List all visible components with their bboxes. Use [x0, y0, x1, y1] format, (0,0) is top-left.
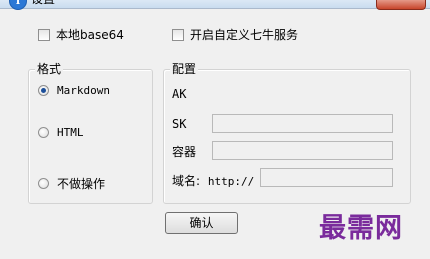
- base64-option[interactable]: 本地base64: [38, 26, 124, 43]
- bucket-input[interactable]: [212, 141, 393, 160]
- markdown-radio[interactable]: [38, 85, 49, 96]
- config-group-title: 配置: [170, 61, 199, 77]
- confirm-button[interactable]: 确认: [165, 212, 238, 234]
- qiniu-label: 开启自定义七牛服务: [190, 28, 299, 42]
- base64-label: 本地base64: [56, 28, 124, 42]
- base64-checkbox[interactable]: [38, 28, 50, 41]
- format-group-title: 格式: [35, 61, 64, 77]
- format-option-markdown[interactable]: Markdown: [38, 84, 110, 97]
- title-bar: i 设置: [0, 0, 430, 10]
- format-option-none[interactable]: 不做操作: [38, 175, 105, 192]
- markdown-label: Markdown: [57, 84, 110, 97]
- domain-label-row: 域名: http://: [172, 172, 254, 189]
- domain-input[interactable]: [260, 168, 393, 187]
- none-radio[interactable]: [38, 178, 49, 189]
- info-icon: i: [9, 0, 27, 10]
- close-button[interactable]: [376, 0, 426, 10]
- domain-prefix: http://: [207, 175, 255, 188]
- window-title: 设置: [31, 0, 55, 7]
- html-radio[interactable]: [38, 127, 49, 138]
- html-label: HTML: [57, 126, 84, 139]
- none-label: 不做操作: [57, 177, 106, 191]
- domain-label: 域名:: [172, 174, 201, 188]
- sk-input[interactable]: [212, 114, 393, 133]
- bucket-label: 容器: [172, 145, 197, 159]
- sk-label: SK: [172, 117, 187, 131]
- ak-label: AK: [172, 87, 187, 101]
- qiniu-checkbox[interactable]: [172, 28, 184, 41]
- qiniu-option[interactable]: 开启自定义七牛服务: [172, 26, 298, 43]
- watermark-logo: 最需网: [319, 213, 403, 244]
- format-option-html[interactable]: HTML: [38, 126, 84, 139]
